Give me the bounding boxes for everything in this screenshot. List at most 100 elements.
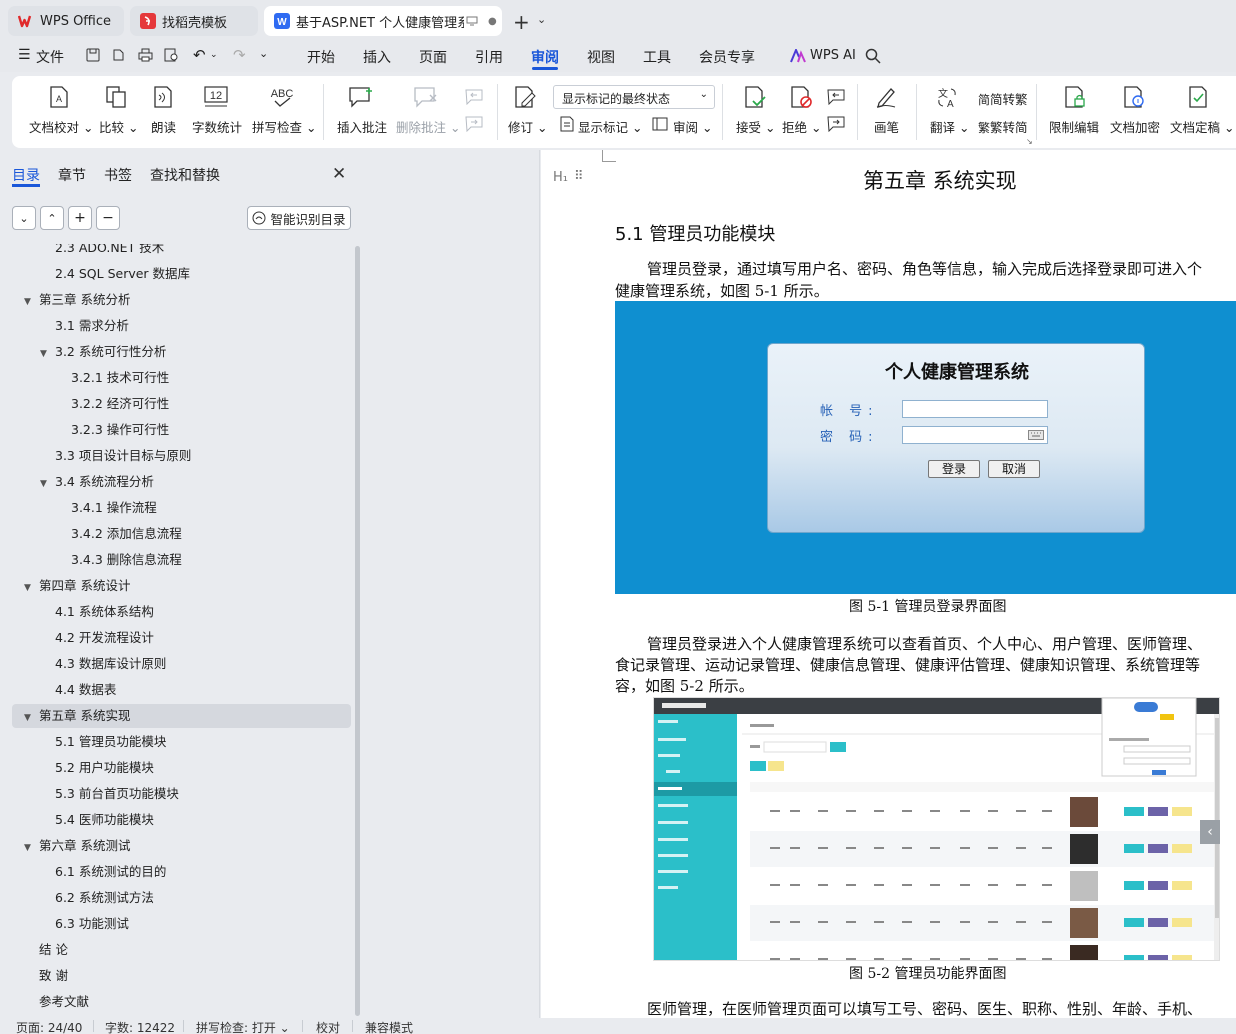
accept-button[interactable]: 接受 ⌄ — [736, 117, 775, 136]
track-changes-button[interactable]: 修订 ⌄ — [508, 117, 547, 136]
next-change-icon[interactable] — [827, 116, 845, 132]
finalize-button[interactable]: 文档定稿 ⌄ — [1170, 117, 1234, 136]
toc-item[interactable]: 参考文献 — [39, 990, 89, 1014]
collapse-level-button[interactable]: ⌄ — [12, 206, 36, 230]
toc-item[interactable]: 3.2.2 经济可行性 — [71, 392, 169, 416]
undo-dropdown-icon[interactable]: ⌄ — [210, 50, 218, 60]
toc-item[interactable]: ▼ 3.2 系统可行性分析 — [40, 340, 166, 364]
word-count-indicator[interactable]: 字数: 12422 — [105, 1019, 175, 1034]
remove-heading-button[interactable]: − — [96, 206, 120, 230]
close-nav-icon[interactable]: ✕ — [332, 164, 346, 184]
menu-tools[interactable]: 工具 — [643, 47, 671, 67]
show-markup-button[interactable]: 显示标记 ⌄ — [578, 117, 642, 136]
expand-caret-icon[interactable]: ▼ — [24, 836, 36, 860]
add-heading-button[interactable]: + — [68, 206, 92, 230]
toc-item[interactable]: 3.1 需求分析 — [55, 314, 129, 338]
toc-item[interactable]: 结 论 — [39, 938, 68, 962]
doc-check-button[interactable]: 文档校对 ⌄ — [29, 117, 93, 136]
spell-check-toggle[interactable]: 拼写检查: 打开 ⌄ — [196, 1019, 290, 1034]
unsaved-dot-icon[interactable]: ● — [488, 16, 497, 27]
print-icon[interactable] — [138, 48, 153, 62]
to-traditional-button[interactable]: 简简转繁 — [978, 89, 1028, 108]
word-count-button[interactable]: 字数统计 — [192, 117, 242, 136]
expand-caret-icon[interactable]: ▼ — [24, 290, 36, 314]
redo-icon[interactable]: ↷ — [233, 46, 246, 64]
read-aloud-button[interactable]: 朗读 — [151, 117, 176, 136]
toc-item[interactable]: 2.4 SQL Server 数据库 — [55, 262, 190, 286]
search-icon[interactable] — [865, 48, 881, 64]
print-preview-icon[interactable] — [164, 48, 179, 62]
delete-comment-button[interactable]: 删除批注 ⌄ — [396, 117, 460, 136]
review-pane-button[interactable]: 审阅 ⌄ — [673, 117, 712, 136]
expand-level-button[interactable]: ⌃ — [40, 206, 64, 230]
toc-item[interactable]: 3.4.1 操作流程 — [71, 496, 157, 520]
export-pdf-icon[interactable] — [111, 48, 125, 62]
menu-member[interactable]: 会员专享 — [699, 47, 755, 67]
hamburger-icon[interactable]: ☰ — [18, 47, 31, 63]
proofread-button[interactable]: 校对 — [316, 1019, 340, 1034]
expand-caret-icon[interactable]: ▼ — [24, 576, 36, 600]
toc-item[interactable]: 4.1 系统体系结构 — [55, 600, 154, 624]
tab-docer[interactable]: 找稻壳模板 — [130, 6, 258, 36]
toc-item[interactable]: ▼ 3.4 系统流程分析 — [40, 470, 154, 494]
ribbon-expand-icon[interactable]: ↘ — [1026, 137, 1033, 146]
prev-change-icon[interactable] — [827, 89, 845, 105]
toc-item[interactable]: 4.3 数据库设计原则 — [55, 652, 166, 676]
tab-current-document[interactable]: W 基于ASP.NET 个人健康管理系 ● — [264, 6, 502, 36]
tab-wps-office[interactable]: WPS Office — [8, 6, 124, 36]
insert-comment-button[interactable]: 插入批注 — [337, 117, 387, 136]
toc-item[interactable]: ▼ 第六章 系统测试 — [24, 834, 130, 858]
next-comment-icon[interactable] — [465, 116, 483, 132]
pen-button[interactable]: 画笔 — [874, 117, 899, 136]
nav-scrollbar[interactable] — [355, 246, 360, 1016]
encrypt-button[interactable]: 文档加密 — [1110, 117, 1160, 136]
toc-item[interactable]: 3.2.3 操作可行性 — [71, 418, 169, 442]
spell-check-button[interactable]: 拼写检查 ⌄ — [252, 117, 316, 136]
menu-view[interactable]: 视图 — [587, 47, 615, 67]
menu-review[interactable]: 审阅 — [531, 47, 559, 67]
scroll-left-arrow-icon[interactable]: ‹ — [1200, 820, 1220, 844]
nav-tab-find-replace[interactable]: 查找和替换 — [150, 165, 220, 185]
expand-caret-icon[interactable]: ▼ — [40, 472, 52, 496]
toc-item[interactable]: 3.3 项目设计目标与原则 — [55, 444, 191, 468]
undo-icon[interactable]: ↶ — [193, 46, 206, 64]
expand-caret-icon[interactable]: ▼ — [24, 706, 36, 730]
nav-tab-bookmarks[interactable]: 书签 — [104, 165, 132, 185]
more-chevron-icon[interactable]: ⌄ — [259, 47, 268, 60]
expand-caret-icon[interactable]: ▼ — [40, 342, 52, 366]
menu-page[interactable]: 页面 — [419, 47, 447, 67]
to-simplified-button[interactable]: 繁繁转简 — [978, 117, 1028, 136]
toc-item[interactable]: 6.3 功能测试 — [55, 912, 129, 936]
restrict-edit-button[interactable]: 限制编辑 — [1049, 117, 1099, 136]
heading-level-marker[interactable]: H₁ — [553, 170, 568, 185]
toc-item[interactable]: 3.2.1 技术可行性 — [71, 366, 169, 390]
toc-item[interactable]: 3.4.3 删除信息流程 — [71, 548, 182, 572]
markup-state-select[interactable]: 显示标记的最终状态 ⌄ — [553, 85, 715, 109]
prev-comment-icon[interactable] — [465, 89, 483, 105]
menu-wps-ai[interactable]: WPS AI — [810, 48, 856, 63]
toc-item[interactable]: 5.4 医师功能模块 — [55, 808, 154, 832]
toc-item[interactable]: ▼ 第五章 系统实现 — [24, 704, 130, 728]
page-indicator[interactable]: 页面: 24/40 — [16, 1019, 82, 1034]
toc-item[interactable]: 4.4 数据表 — [55, 678, 116, 702]
save-icon[interactable] — [86, 48, 100, 62]
toc-item[interactable]: ▼ 第三章 系统分析 — [24, 288, 130, 312]
toc-item[interactable]: ▼ 第四章 系统设计 — [24, 574, 130, 598]
toc-item[interactable]: 5.2 用户功能模块 — [55, 756, 154, 780]
nav-tab-toc[interactable]: 目录 — [12, 165, 40, 185]
menu-home[interactable]: 开始 — [307, 47, 335, 67]
menu-references[interactable]: 引用 — [475, 47, 503, 67]
reject-button[interactable]: 拒绝 ⌄ — [782, 117, 821, 136]
compare-button[interactable]: 比较 ⌄ — [99, 117, 138, 136]
menu-insert[interactable]: 插入 — [363, 47, 391, 67]
smart-toc-button[interactable]: 智能识别目录 — [247, 206, 351, 230]
nav-tab-chapters[interactable]: 章节 — [58, 165, 86, 185]
toc-item[interactable]: 5.3 前台首页功能模块 — [55, 782, 179, 806]
drag-handle-icon[interactable]: ⠿ — [574, 169, 583, 184]
menu-file[interactable]: 文件 — [36, 47, 64, 67]
toc-item[interactable]: 3.4.2 添加信息流程 — [71, 522, 182, 546]
toc-item[interactable]: 6.2 系统测试方法 — [55, 886, 154, 910]
toc-item[interactable]: 6.1 系统测试的目的 — [55, 860, 166, 884]
toc-item[interactable]: 5.1 管理员功能模块 — [55, 730, 166, 754]
new-tab-plus-icon[interactable]: + — [513, 10, 530, 34]
